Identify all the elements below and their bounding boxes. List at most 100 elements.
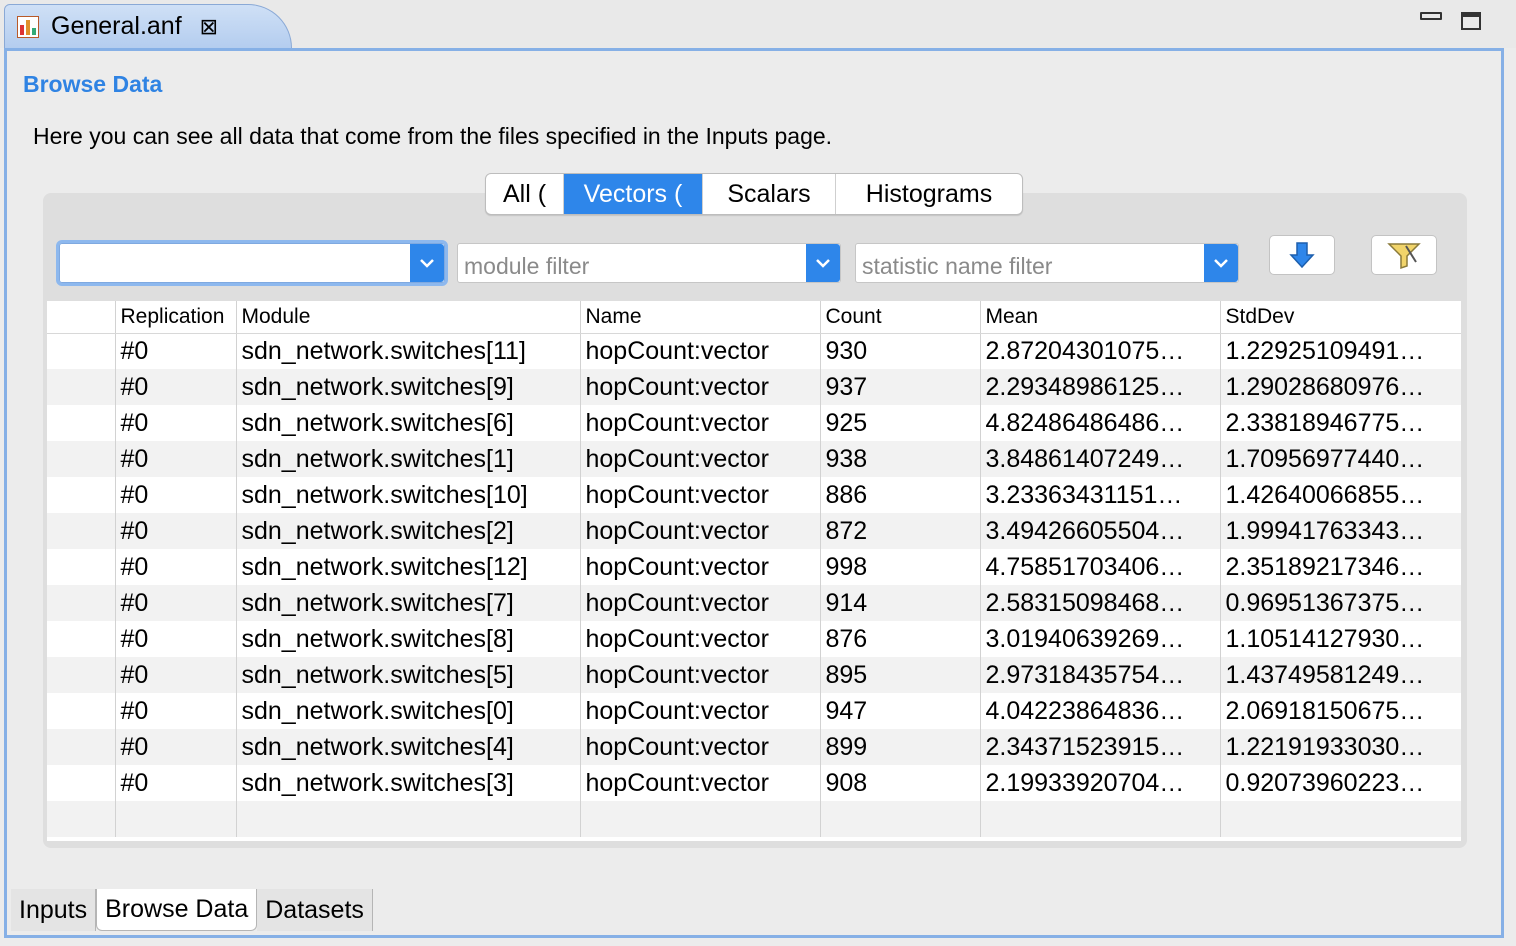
table-row[interactable]: #0 sdn_network.switches[0] hopCount:vector…	[47, 693, 1461, 729]
table-row-empty	[47, 801, 1461, 837]
table-row[interactable]: #0 sdn_network.switches[5] hopCount:vector…	[47, 657, 1461, 693]
table-row[interactable]: #0 sdn_network.switches[4] hopCount:vector…	[47, 729, 1461, 765]
table-row[interactable]: #0 sdn_network.switches[8] hopCount:vector…	[47, 621, 1461, 657]
cell-mean: 4.04223864836…	[980, 693, 1221, 729]
table-header-row: Replication Module Name Count Mean StdDe…	[47, 301, 1461, 334]
cell-replication: #0	[115, 549, 237, 585]
column-header-blank[interactable]	[47, 301, 116, 334]
cell-empty	[236, 801, 581, 837]
tab-scalars[interactable]: Scalars	[703, 174, 836, 214]
statistic-filter-combo[interactable]: statistic name filter	[855, 243, 1239, 283]
cell-empty	[820, 801, 981, 837]
cell-mean: 3.84861407249…	[980, 441, 1221, 477]
column-header-name[interactable]: Name	[580, 301, 821, 334]
statistic-filter-dropdown-button[interactable]	[1204, 244, 1238, 282]
run-filter-input[interactable]	[66, 244, 404, 282]
cell-stddev: 1.29028680976…	[1220, 369, 1461, 405]
table-row[interactable]: #0 sdn_network.switches[10] hopCount:vecto…	[47, 477, 1461, 513]
cell-empty	[47, 801, 116, 837]
cell-count: 938	[820, 441, 981, 477]
cell-stddev: 1.99941763343…	[1220, 513, 1461, 549]
chevron-down-icon	[816, 259, 830, 268]
cell-module: sdn_network.switches[5]	[236, 657, 581, 693]
cell-name: hopCount:vector	[580, 513, 821, 549]
page-tab-inputs[interactable]: Inputs	[11, 889, 97, 931]
advanced-filter-button[interactable]	[1371, 235, 1437, 275]
cell-name: hopCount:vector	[580, 585, 821, 621]
tab-histograms[interactable]: Histograms	[836, 174, 1022, 214]
maximize-icon[interactable]	[1461, 12, 1481, 30]
column-header-mean[interactable]: Mean	[980, 301, 1221, 334]
add-to-dataset-button[interactable]	[1269, 235, 1335, 275]
module-filter-dropdown-button[interactable]	[806, 244, 840, 282]
cell-replication: #0	[115, 729, 237, 765]
cell-mean: 4.82486486486…	[980, 405, 1221, 441]
table-row[interactable]: #0 sdn_network.switches[11] hopCount:vecto…	[47, 333, 1461, 369]
cell-name: hopCount:vector	[580, 405, 821, 441]
cell-blank	[47, 657, 116, 693]
tab-all[interactable]: All (	[486, 174, 564, 214]
cell-module: sdn_network.switches[4]	[236, 729, 581, 765]
run-filter-dropdown-button[interactable]	[410, 244, 444, 282]
cell-count: 886	[820, 477, 981, 513]
cell-module: sdn_network.switches[7]	[236, 585, 581, 621]
statistic-filter-input[interactable]: statistic name filter	[862, 244, 1198, 282]
cell-module: sdn_network.switches[3]	[236, 765, 581, 801]
cell-blank	[47, 333, 116, 369]
editor-tab-bar: General.anf ⊠	[0, 0, 1516, 48]
tab-vectors[interactable]: Vectors (	[564, 174, 703, 214]
cell-count: 899	[820, 729, 981, 765]
cell-name: hopCount:vector	[580, 621, 821, 657]
cell-mean: 2.87204301075…	[980, 333, 1221, 369]
cell-mean: 2.58315098468…	[980, 585, 1221, 621]
cell-blank	[47, 405, 116, 441]
data-table[interactable]: Replication Module Name Count Mean StdDe…	[47, 301, 1461, 841]
close-icon[interactable]: ⊠	[200, 15, 218, 38]
module-filter-combo[interactable]: module filter	[457, 243, 841, 283]
column-header-stddev[interactable]: StdDev	[1220, 301, 1461, 334]
cell-replication: #0	[115, 657, 237, 693]
cell-replication: #0	[115, 405, 237, 441]
table-row[interactable]: #0 sdn_network.switches[2] hopCount:vector…	[47, 513, 1461, 549]
cell-replication: #0	[115, 441, 237, 477]
table-row[interactable]: #0 sdn_network.switches[7] hopCount:vector…	[47, 585, 1461, 621]
table-row[interactable]: #0 sdn_network.switches[3] hopCount:vector…	[47, 765, 1461, 801]
cell-count: 914	[820, 585, 981, 621]
page-tab-browse-data[interactable]: Browse Data	[96, 889, 258, 931]
cell-module: sdn_network.switches[1]	[236, 441, 581, 477]
cell-module: sdn_network.switches[8]	[236, 621, 581, 657]
cell-name: hopCount:vector	[580, 693, 821, 729]
column-header-count[interactable]: Count	[820, 301, 981, 334]
cell-name: hopCount:vector	[580, 441, 821, 477]
cell-stddev: 1.42640066855…	[1220, 477, 1461, 513]
chevron-down-icon	[420, 259, 434, 268]
page-tab-datasets[interactable]: Datasets	[257, 889, 373, 931]
cell-name: hopCount:vector	[580, 765, 821, 801]
cell-mean: 2.19933920704…	[980, 765, 1221, 801]
cell-blank	[47, 549, 116, 585]
column-header-replication[interactable]: Replication	[115, 301, 237, 334]
editor-tab-general-anf[interactable]: General.anf ⊠	[4, 4, 292, 48]
cell-stddev: 1.10514127930…	[1220, 621, 1461, 657]
cell-replication: #0	[115, 513, 237, 549]
cell-blank	[47, 765, 116, 801]
table-row[interactable]: #0 sdn_network.switches[1] hopCount:vector…	[47, 441, 1461, 477]
cell-count: 998	[820, 549, 981, 585]
cell-count: 895	[820, 657, 981, 693]
table-row[interactable]: #0 sdn_network.switches[12] hopCount:vecto…	[47, 549, 1461, 585]
cell-module: sdn_network.switches[6]	[236, 405, 581, 441]
minimize-icon[interactable]	[1418, 8, 1442, 30]
module-filter-input[interactable]: module filter	[464, 244, 800, 282]
cell-stddev: 1.22191933030…	[1220, 729, 1461, 765]
cell-name: hopCount:vector	[580, 729, 821, 765]
run-filter-combo[interactable]	[56, 240, 448, 286]
cell-blank	[47, 369, 116, 405]
cell-empty	[115, 801, 237, 837]
cell-blank	[47, 513, 116, 549]
table-row[interactable]: #0 sdn_network.switches[9] hopCount:vector…	[47, 369, 1461, 405]
cell-mean: 2.29348986125…	[980, 369, 1221, 405]
cell-mean: 3.01940639269…	[980, 621, 1221, 657]
column-header-module[interactable]: Module	[236, 301, 581, 334]
table-row[interactable]: #0 sdn_network.switches[6] hopCount:vector…	[47, 405, 1461, 441]
cell-mean: 3.49426605504…	[980, 513, 1221, 549]
